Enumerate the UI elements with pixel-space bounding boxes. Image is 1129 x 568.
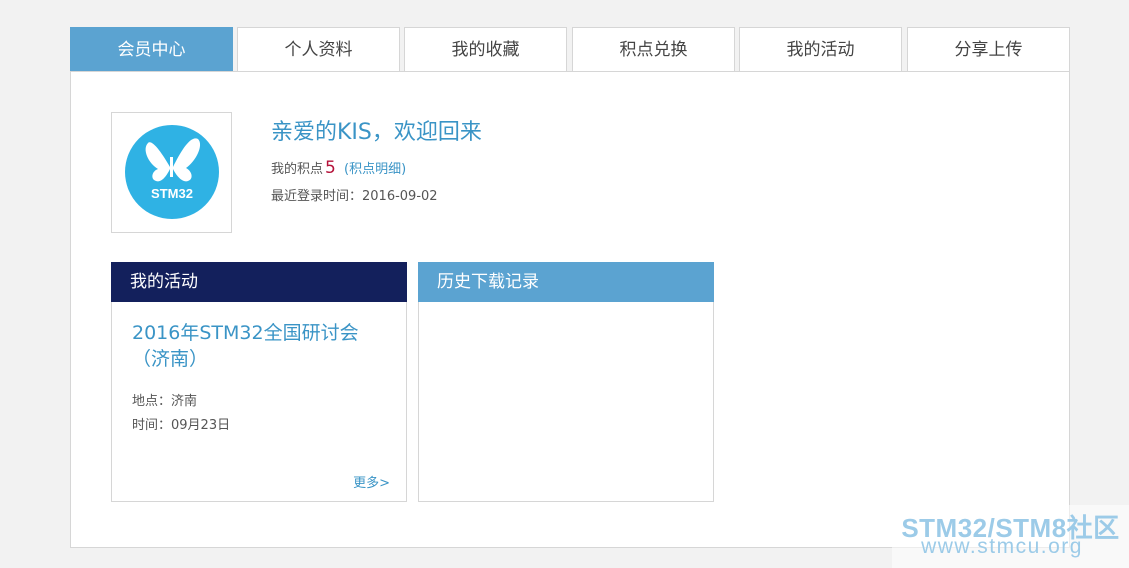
main-panel: STM32 亲爱的KIS，欢迎回来 我的积点 5 (积点明细) 最近登录时间：20… [70,71,1070,548]
tab-profile[interactable]: 个人资料 [237,27,400,72]
stm32-butterfly-logo-icon: STM32 [125,125,219,219]
points-label: 我的积点 [271,162,324,177]
points-detail-close: ) [401,162,407,177]
site-watermark: STM32/STM8社区 www.stmcu.org [892,505,1129,568]
points-detail-link[interactable]: 积点明细 [349,162,401,177]
event-title-link[interactable]: 2016年STM32全国研讨会（济南） [132,320,392,372]
event-location: 地点：济南 [132,394,198,409]
tab-points-exchange[interactable]: 积点兑换 [572,27,735,72]
points-value: 5 [325,158,336,178]
event-time: 时间：09月23日 [132,418,231,433]
tab-my-activities[interactable]: 我的活动 [739,27,902,72]
download-history-card: 历史下载记录 [418,262,714,502]
watermark-url: www.stmcu.org [921,535,1083,558]
tab-share-upload[interactable]: 分享上传 [907,27,1070,72]
more-link[interactable]: 更多> [353,472,390,491]
download-history-header: 历史下载记录 [418,262,714,302]
last-login-time: 最近登录时间：2016-09-02 [271,189,438,204]
points-line: 我的积点 5 (积点明细) [271,158,406,178]
welcome-message: 亲爱的KIS，欢迎回来 [271,120,482,145]
tab-favorites[interactable]: 我的收藏 [404,27,567,72]
tab-member-center[interactable]: 会员中心 [70,27,233,72]
svg-text:STM32: STM32 [151,186,193,201]
member-center: 会员中心 个人资料 我的收藏 积点兑换 我的活动 分享上传 STM32 亲爱的K… [70,27,1070,548]
tab-bar: 会员中心 个人资料 我的收藏 积点兑换 我的活动 分享上传 [70,27,1070,72]
my-activities-card: 我的活动 2016年STM32全国研讨会（济南） 地点：济南 时间：09月23日… [111,262,407,502]
avatar: STM32 [111,112,232,233]
my-activities-header: 我的活动 [111,262,407,302]
